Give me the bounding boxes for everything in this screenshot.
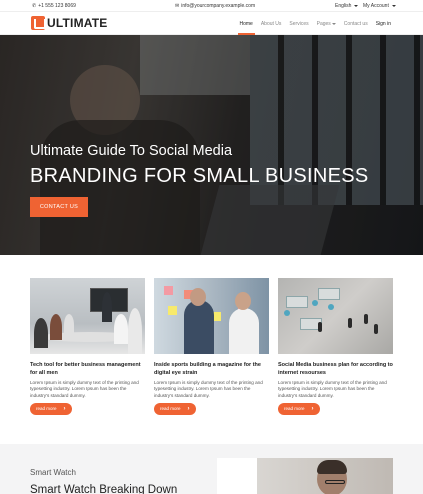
read-more-label: read more: [36, 406, 57, 412]
attendee-figure: [64, 314, 74, 336]
article-title[interactable]: Tech tool for better business management…: [30, 361, 145, 377]
article-title[interactable]: Inside sports building a magazine for th…: [154, 361, 269, 377]
read-more-label: read more: [160, 406, 181, 412]
hero-subtitle: Ultimate Guide To Social Media: [30, 143, 233, 159]
article-card: Social Media business plan for according…: [278, 278, 393, 415]
article-title[interactable]: Social Media business plan for according…: [278, 361, 393, 377]
office-desk: [286, 296, 308, 308]
person-figure: [348, 318, 352, 328]
sticky-note: [164, 286, 173, 295]
chevron-down-icon: [331, 22, 336, 25]
person-figure: [318, 322, 322, 332]
nav-item-home[interactable]: Home: [237, 21, 256, 35]
article-excerpt: Lorem Ipsum is simply dummy text of the …: [30, 380, 139, 398]
read-more-label: read more: [284, 406, 305, 412]
attendee-figure: [114, 314, 128, 344]
feature-heading: Smart Watch Breaking Down: [30, 484, 178, 494]
feature-section: Smart Watch Smart Watch Breaking Down: [0, 444, 423, 494]
nav-item-contact-us[interactable]: Contact us: [344, 21, 368, 27]
office-chair: [328, 304, 334, 310]
article-image-office[interactable]: [278, 278, 393, 354]
person-figure: [229, 308, 259, 354]
article-image-sticky-notes[interactable]: [154, 278, 269, 354]
nav-menu: Home About Us Services Pages Contact us …: [237, 12, 391, 35]
chevron-down-icon: [354, 5, 359, 7]
hero-title: BRANDING FOR SMALL BUSINESS: [30, 165, 369, 187]
office-chair: [284, 310, 290, 316]
account-label: My Account: [363, 3, 389, 9]
language-dropdown[interactable]: English: [335, 3, 359, 9]
phone-icon: ✆: [32, 2, 37, 9]
attendee-figure: [128, 308, 142, 354]
article-cards: Tech tool for better business management…: [30, 278, 393, 428]
brand-logo[interactable]: ULTIMATE: [31, 16, 107, 30]
presenter-figure: [102, 292, 112, 322]
feature-label: Smart Watch: [30, 468, 76, 477]
sticky-note: [168, 306, 177, 315]
feature-person-glasses: [325, 480, 345, 484]
article-image-meeting[interactable]: [30, 278, 145, 354]
article-card: Tech tool for better business management…: [30, 278, 145, 415]
top-bar: ✆ +1 555 123 8069 ✉ info@yourcompany.exa…: [0, 0, 423, 12]
person-head: [235, 292, 251, 310]
office-desk: [318, 288, 340, 300]
brand-name: ULTIMATE: [47, 16, 108, 30]
person-figure: [374, 324, 378, 334]
chevron-right-icon: ›: [311, 405, 314, 412]
office-chair: [312, 300, 318, 306]
person-figure: [184, 300, 214, 354]
nav-item-pages[interactable]: Pages: [317, 21, 336, 27]
hero-banner: Ultimate Guide To Social Media BRANDING …: [0, 35, 423, 255]
logo-mark-icon: [31, 16, 46, 30]
nav-item-pages-label: Pages: [316, 20, 331, 27]
email-address: info@yourcompany.example.com: [181, 3, 256, 9]
nav-item-services[interactable]: Services: [289, 21, 308, 27]
chevron-right-icon: ›: [63, 405, 66, 412]
article-excerpt: Lorem Ipsum is simply dummy text of the …: [154, 380, 263, 398]
contact-us-button[interactable]: CONTACT US: [30, 197, 88, 217]
email-contact[interactable]: ✉ info@yourcompany.example.com: [175, 3, 255, 9]
read-more-button[interactable]: read more ›: [278, 402, 320, 415]
person-head: [190, 288, 206, 306]
phone-contact[interactable]: ✆ +1 555 123 8069: [32, 3, 76, 9]
envelope-icon: ✉: [175, 2, 180, 9]
article-card: Inside sports building a magazine for th…: [154, 278, 269, 415]
read-more-button[interactable]: read more ›: [154, 402, 196, 415]
attendee-figure: [50, 314, 62, 340]
attendee-figure: [34, 318, 48, 348]
chevron-down-icon: [391, 5, 396, 7]
nav-item-about-us[interactable]: About Us: [261, 21, 282, 27]
main-navbar: ULTIMATE Home About Us Services Pages Co…: [0, 12, 423, 35]
article-excerpt: Lorem Ipsum is simply dummy text of the …: [278, 380, 387, 398]
account-dropdown[interactable]: My Account: [363, 3, 396, 9]
chevron-right-icon: ›: [187, 405, 190, 412]
read-more-button[interactable]: read more ›: [30, 402, 72, 415]
feature-image: [217, 458, 393, 494]
person-figure: [364, 314, 368, 324]
language-label: English: [335, 3, 352, 9]
feature-person-hair: [317, 460, 347, 474]
nav-item-sign-in[interactable]: Sign in: [376, 21, 391, 27]
phone-number: +1 555 123 8069: [38, 3, 76, 9]
